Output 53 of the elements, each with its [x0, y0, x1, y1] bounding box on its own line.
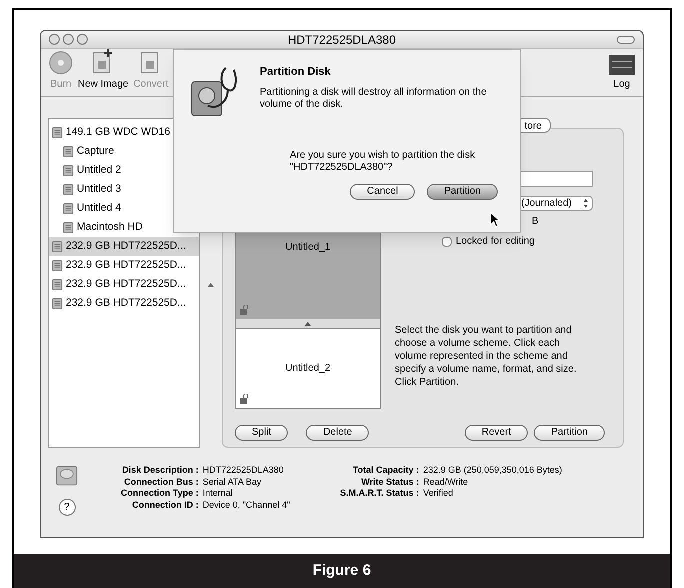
- dialog-title: Partition Disk: [260, 65, 332, 80]
- window-title: HDT722525DLA380: [288, 32, 396, 48]
- collapse-arrow-icon[interactable]: [208, 283, 214, 287]
- info-label: S.M.A.R.T. Status :: [340, 488, 420, 500]
- cancel-button[interactable]: Cancel: [350, 184, 416, 200]
- divider-handle-icon[interactable]: [305, 322, 311, 326]
- info-value: Internal: [202, 488, 234, 500]
- info-label: Disk Description :: [121, 465, 199, 476]
- revert-button[interactable]: Revert: [464, 425, 528, 441]
- window-control-icon[interactable]: [77, 34, 88, 45]
- info-value: Read/Write: [423, 476, 470, 488]
- help-text: Select the disk you want to partition and choose a volume scheme. Click each volume represented in the scheme and specify a volume name, format, and size. Click Partition.: [395, 324, 578, 389]
- toolbar-label: Log: [614, 78, 630, 92]
- info-label: Total Capacity :: [352, 465, 420, 476]
- info-value: 232.9 GB (250,059,350,016 Bytes): [423, 465, 562, 476]
- info-label: Write Status :: [360, 476, 420, 488]
- toolbar-label: Burn: [50, 78, 72, 92]
- pointer-cursor-icon: [490, 212, 500, 228]
- disk-list-item[interactable]: 232.9 GB HDT722525D...: [49, 256, 199, 275]
- lock-icon: [240, 394, 249, 404]
- dialog-question: Are you sure you wish to partition the disk "HDT722525DLA380"?: [290, 150, 476, 174]
- locked-checkbox[interactable]: [442, 236, 452, 246]
- hard-drive-icon: [56, 465, 78, 487]
- window-control-icon[interactable]: [49, 34, 60, 45]
- log-icon[interactable]: [609, 55, 635, 75]
- info-label: Connection Type :: [121, 488, 199, 500]
- toolbar-toggle-icon[interactable]: [617, 36, 635, 44]
- toolbar-label: Convert: [134, 78, 169, 92]
- dialog-message: Partitioning a disk will destroy all information on the volume of the disk.: [260, 86, 488, 110]
- disk-list-item[interactable]: 232.9 GB HDT722525D...: [49, 294, 199, 313]
- checkbox-label: Locked for editing: [456, 235, 535, 249]
- delete-button[interactable]: Delete: [306, 425, 370, 441]
- disk-list-item[interactable]: 232.9 GB HDT722525D...: [49, 275, 199, 294]
- info-value: Verified: [423, 488, 454, 500]
- info-value: Device 0, "Channel 4": [202, 500, 290, 511]
- partition-button[interactable]: Partition: [534, 425, 605, 441]
- size-unit: B: [532, 215, 539, 229]
- new-image-icon[interactable]: [92, 49, 114, 75]
- info-label: Connection Bus :: [123, 476, 199, 488]
- info-label: Connection ID :: [131, 500, 199, 511]
- figure-caption: Figure 6: [312, 560, 372, 581]
- disc-icon[interactable]: [49, 51, 73, 75]
- info-value: Serial ATA Bay: [202, 476, 263, 488]
- disk-list-item[interactable]: 232.9 GB HDT722525D...: [49, 237, 199, 256]
- toolbar-label: New Image: [78, 78, 129, 92]
- volume-name: Untitled_1: [285, 241, 331, 255]
- help-button[interactable]: ?: [58, 499, 76, 516]
- lock-icon: [240, 305, 249, 315]
- window-control-icon[interactable]: [63, 34, 74, 45]
- split-button[interactable]: Split: [235, 425, 288, 441]
- info-value: HDT722525DLA380: [202, 465, 285, 476]
- volume-name: Untitled_2: [285, 362, 331, 376]
- partition-button[interactable]: Partition: [427, 184, 498, 200]
